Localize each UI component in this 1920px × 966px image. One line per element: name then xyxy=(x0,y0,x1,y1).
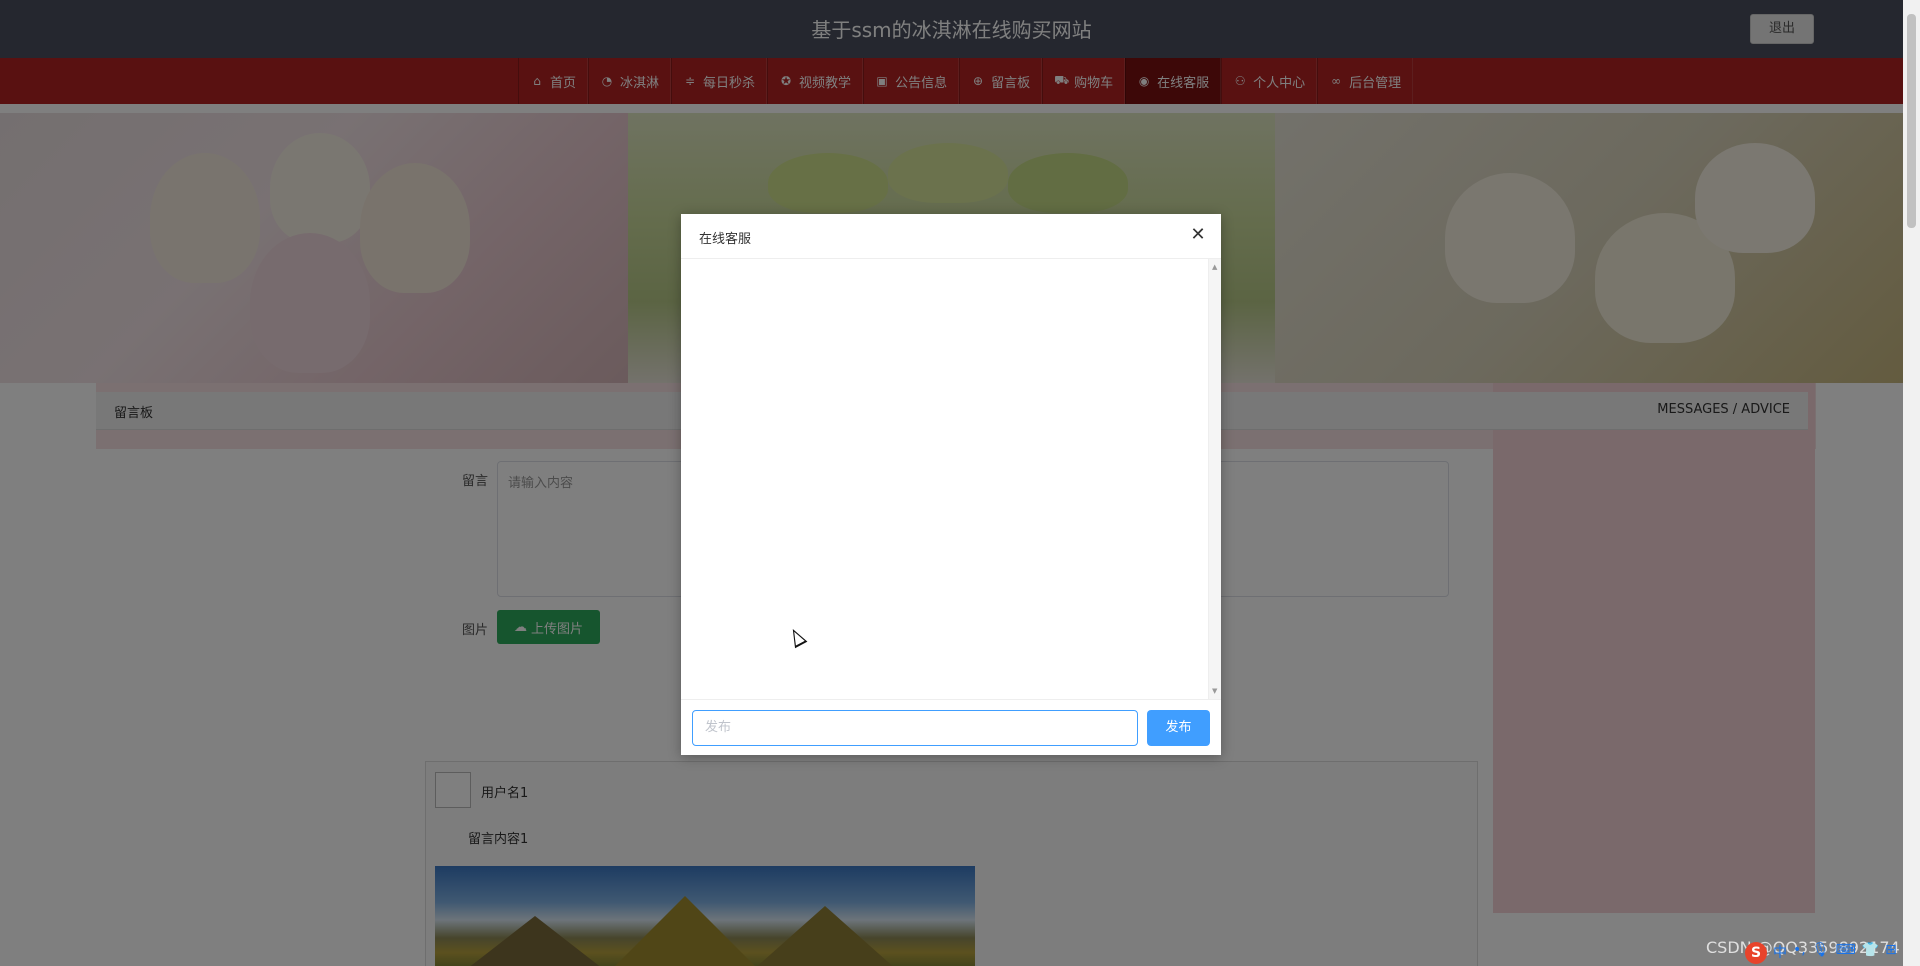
scroll-up-icon[interactable]: ▲ xyxy=(1212,263,1217,271)
grid-icon[interactable]: ⊞ xyxy=(1885,942,1897,964)
ime-lang-label[interactable]: 中 xyxy=(1773,942,1787,964)
customer-service-dialog: 在线客服 ✕ ▲ ▼ 发布 发布 xyxy=(681,214,1221,755)
ime-toolbar[interactable]: S 中 •, 🎙 ⌨ 👕 ⊞ xyxy=(1745,942,1897,964)
scrollbar-thumb[interactable] xyxy=(1907,14,1916,228)
chat-messages-area xyxy=(681,259,1208,699)
chat-scrollbar[interactable]: ▲ ▼ xyxy=(1208,259,1221,699)
dialog-title: 在线客服 xyxy=(699,232,752,247)
scroll-down-icon[interactable]: ▼ xyxy=(1212,687,1217,695)
page-scrollbar[interactable] xyxy=(1903,0,1920,966)
chat-footer: 发布 发布 xyxy=(681,699,1221,755)
send-button[interactable]: 发布 xyxy=(1147,710,1210,746)
sogou-icon[interactable]: S xyxy=(1745,942,1767,964)
mic-icon[interactable]: 🎙 xyxy=(1812,942,1830,964)
dialog-header: 在线客服 ✕ xyxy=(681,214,1221,259)
shirt-icon[interactable]: 👕 xyxy=(1862,942,1879,964)
close-icon[interactable]: ✕ xyxy=(1187,223,1209,247)
keyboard-icon[interactable]: ⌨ xyxy=(1836,942,1856,964)
chat-input[interactable]: 发布 xyxy=(692,710,1138,746)
punctuation-icon[interactable]: •, xyxy=(1793,942,1806,964)
